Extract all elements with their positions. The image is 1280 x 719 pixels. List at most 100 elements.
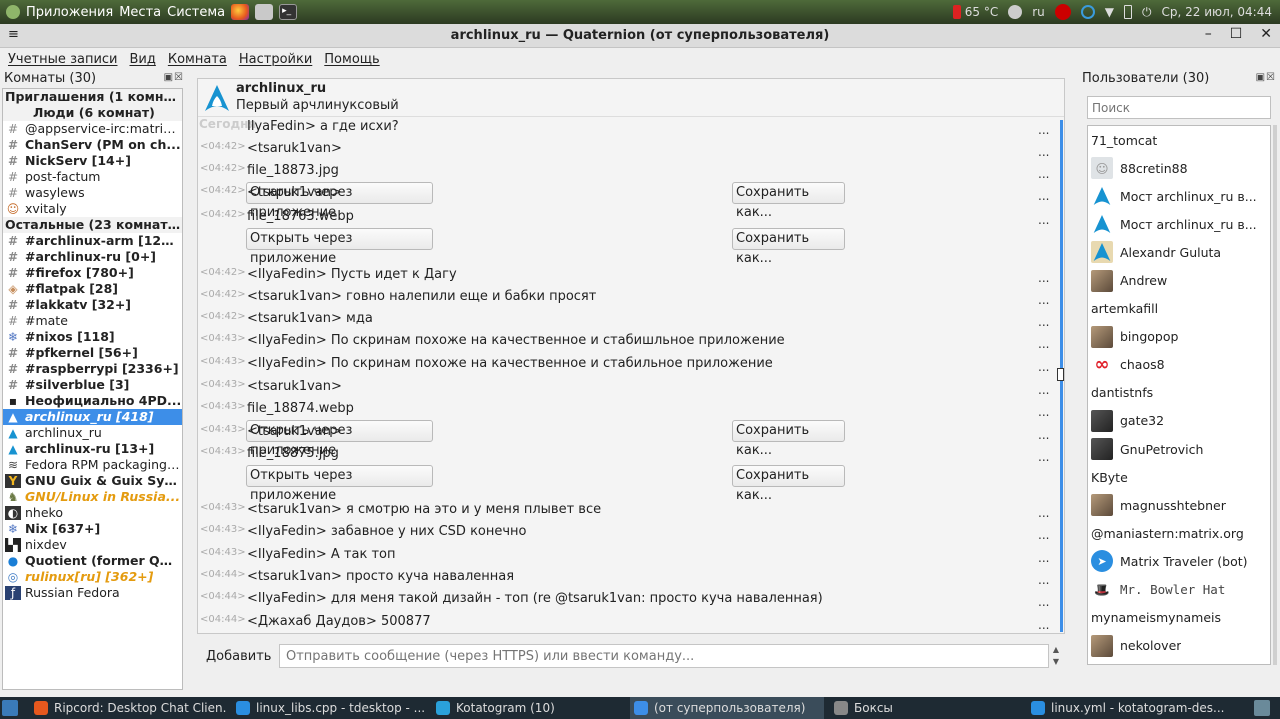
room-item[interactable]: # #pfkernel [56+] xyxy=(3,345,182,361)
firefox-launcher-icon[interactable] xyxy=(231,4,250,20)
user-item[interactable]: KByte xyxy=(1088,463,1270,491)
message-actions-button[interactable]: ... xyxy=(1038,145,1049,159)
power-icon[interactable]: ⏻ xyxy=(1142,5,1152,20)
room-item[interactable]: ▚ nixdev xyxy=(3,537,182,553)
message[interactable]: <04:43> <tsaruk1van>... xyxy=(198,424,1064,444)
show-desktop-icon[interactable] xyxy=(2,700,18,716)
room-item[interactable]: ❄ Nix [637+] xyxy=(3,521,182,537)
message-actions-button[interactable]: ... xyxy=(1038,315,1049,329)
message[interactable]: <04:42> <tsaruk1van>... xyxy=(198,185,1064,205)
message[interactable]: <04:42> <IlyaFedin> Пусть идет к Дагу... xyxy=(198,267,1064,287)
minimize-icon[interactable]: – xyxy=(1205,26,1212,42)
room-item[interactable]: # ChanServ (PM on ch... xyxy=(3,137,182,153)
user-item[interactable]: nekolover xyxy=(1088,632,1270,660)
room-item[interactable]: ▲ archlinux_ru [418] xyxy=(3,409,182,425)
menu-help[interactable]: Помощь xyxy=(324,52,379,67)
message[interactable]: <04:42> <tsaruk1van>... xyxy=(198,141,1064,161)
message-actions-button[interactable]: ... xyxy=(1038,213,1049,227)
user-item[interactable]: Мост archlinux_ru в... xyxy=(1088,182,1270,210)
room-item[interactable]: # #archlinux-arm [120... xyxy=(3,233,182,249)
user-item[interactable]: ➤ Matrix Traveler (bot) xyxy=(1088,547,1270,575)
message-actions-button[interactable]: ... xyxy=(1038,405,1049,419)
room-item[interactable]: # #lakkatv [32+] xyxy=(3,297,182,313)
taskbar-item[interactable]: Kotatogram (10) xyxy=(432,697,622,719)
message[interactable]: <04:43> <IlyaFedin> По скринам похоже на … xyxy=(198,333,1064,353)
room-item[interactable]: Y GNU Guix & Guix Sys... xyxy=(3,473,182,489)
taskbar-item[interactable]: linux.yml - kotatogram-des... xyxy=(1027,697,1249,719)
open-with-app-button[interactable]: Открыть через приложение xyxy=(246,228,433,266)
message[interactable]: <04:44> <IlyaFedin> для меня такой дизайн… xyxy=(198,591,1064,611)
menu-settings[interactable]: Настройки xyxy=(239,52,312,67)
room-item[interactable]: ƒ Russian Fedora xyxy=(3,585,182,601)
close-icon[interactable]: ✕ xyxy=(1260,26,1272,42)
room-item[interactable]: # #firefox [780+] xyxy=(3,265,182,281)
file-manager-launcher-icon[interactable] xyxy=(255,4,274,20)
menu-accounts[interactable]: Учетные записи xyxy=(8,52,118,67)
panel-float-close-icon[interactable]: ▣☒ xyxy=(164,72,184,83)
message[interactable]: <04:43> <tsaruk1van>... xyxy=(198,379,1064,399)
room-item[interactable]: ◐ nheko xyxy=(3,505,182,521)
message-actions-button[interactable]: ... xyxy=(1038,428,1049,442)
room-group-header[interactable]: Остальные (23 комнаты) xyxy=(3,217,182,233)
message[interactable]: <04:43> <IlyaFedin> По скринам похоже на … xyxy=(198,356,1064,376)
user-item[interactable]: magnusshtebner xyxy=(1088,491,1270,519)
room-group-header[interactable]: Приглашения (1 комна... xyxy=(3,89,182,105)
room-group-header[interactable]: Люди (6 комнат) xyxy=(3,105,182,121)
user-item[interactable]: artemkafill xyxy=(1088,295,1270,323)
apps-icon[interactable] xyxy=(6,5,20,19)
room-item[interactable]: ♞ GNU/Linux in Russia... xyxy=(3,489,182,505)
room-item[interactable]: # @appservice-irc:matrix.... xyxy=(3,121,182,137)
user-item[interactable]: Andrew xyxy=(1088,266,1270,294)
message-input[interactable] xyxy=(279,644,1049,668)
keyboard-layout-indicator[interactable]: ru xyxy=(1032,5,1045,19)
room-item[interactable]: ● Quotient (former QM... xyxy=(3,553,182,569)
user-item[interactable]: 🎩 Mr. Bowler Hat xyxy=(1088,576,1270,604)
save-as-button[interactable]: Сохранить как... xyxy=(732,228,845,266)
taskbar-item[interactable]: Боксы xyxy=(830,697,1020,719)
user-item[interactable]: @maniastern:matrix.org xyxy=(1088,519,1270,547)
user-item[interactable]: ☺ 88cretin88 xyxy=(1088,154,1270,182)
save-as-button[interactable]: Сохранить как... xyxy=(732,465,845,503)
user-item[interactable]: bingopop xyxy=(1088,323,1270,351)
message[interactable]: IlyaFedin> а где исхи?... xyxy=(198,119,1064,139)
room-item[interactable]: # #silverblue [3] xyxy=(3,377,182,393)
terminal-launcher-icon[interactable]: ▸_ xyxy=(279,4,298,20)
message[interactable]: <04:43> <IlyaFedin> А так топ... xyxy=(198,547,1064,567)
open-with-app-button[interactable]: Открыть через приложение xyxy=(246,465,433,503)
battery-icon[interactable] xyxy=(1124,5,1132,19)
message-actions-button[interactable]: ... xyxy=(1038,271,1049,285)
room-item[interactable]: # NickServ [14+] xyxy=(3,153,182,169)
room-item[interactable]: # #archlinux-ru [0+] xyxy=(3,249,182,265)
user-item[interactable]: GnuPetrovich xyxy=(1088,435,1270,463)
message-actions-button[interactable]: ... xyxy=(1038,383,1049,397)
notification-icon[interactable] xyxy=(1054,4,1071,20)
composer-spinner[interactable]: ▲ ▼ xyxy=(1049,644,1063,668)
message[interactable]: <04:44> <Джахаб Даудов> 500877... xyxy=(198,614,1064,633)
menu-places[interactable]: Места xyxy=(119,5,161,20)
user-item[interactable]: Мост archlinux_ru в... xyxy=(1088,210,1270,238)
user-item[interactable]: ∞ chaos8 xyxy=(1088,351,1270,379)
message-actions-button[interactable]: ... xyxy=(1038,337,1049,351)
message-actions-button[interactable]: ... xyxy=(1038,551,1049,565)
room-item[interactable]: ▲ archlinux_ru xyxy=(3,425,182,441)
message-actions-button[interactable]: ... xyxy=(1038,450,1049,464)
room-item[interactable]: # #raspberrypi [2336+] xyxy=(3,361,182,377)
resize-handle[interactable] xyxy=(1057,368,1064,381)
message[interactable]: <04:43> <tsaruk1van> я смотрю на это и у … xyxy=(198,502,1064,522)
message-actions-button[interactable]: ... xyxy=(1038,595,1049,609)
message-actions-button[interactable]: ... xyxy=(1038,123,1049,137)
room-item[interactable]: # wasylews xyxy=(3,185,182,201)
clock[interactable]: Ср, 22 июл, 04:44 xyxy=(1162,5,1273,19)
message-actions-button[interactable]: ... xyxy=(1038,573,1049,587)
taskbar-item[interactable]: linux_libs.cpp - tdesktop - ... xyxy=(232,697,426,719)
room-item[interactable]: ▲ archlinux-ru [13+] xyxy=(3,441,182,457)
room-item[interactable]: ❄ #nixos [118] xyxy=(3,329,182,345)
user-item[interactable]: mynameismynameis xyxy=(1088,604,1270,632)
message[interactable]: <04:44> <tsaruk1van> просто куча наваленн… xyxy=(198,569,1064,589)
user-item[interactable]: 71_tomcat xyxy=(1088,126,1270,154)
menu-view[interactable]: Вид xyxy=(130,52,156,67)
message[interactable]: <04:42> <tsaruk1van> говно налепили еще и… xyxy=(198,289,1064,309)
users-scrollbar[interactable] xyxy=(1273,125,1277,665)
message[interactable]: <04:42> <tsaruk1van> мда... xyxy=(198,311,1064,331)
room-item[interactable]: # #mate xyxy=(3,313,182,329)
